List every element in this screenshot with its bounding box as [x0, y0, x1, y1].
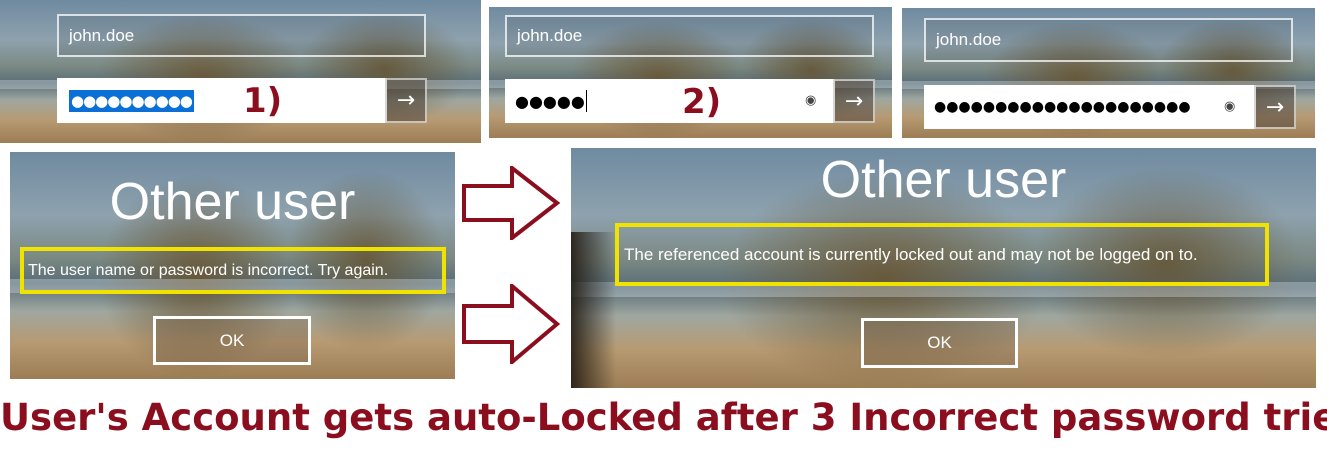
submit-button[interactable]: →	[385, 78, 427, 123]
error-message: The referenced account is currently lock…	[615, 223, 1269, 286]
error-message-text: The user name or password is incorrect. …	[28, 261, 389, 279]
login-panel-attempt-1: john.doe ●●●●●●●●●● → 1)	[0, 0, 481, 143]
submit-button[interactable]: →	[1254, 85, 1296, 129]
arrow-right-icon: →	[844, 88, 864, 114]
submit-button[interactable]: →	[833, 79, 875, 123]
error-panel-incorrect: Other user The user name or password is …	[10, 152, 455, 379]
error-panel-locked: Other user The referenced account is cur…	[571, 148, 1316, 388]
eye-icon[interactable]: ◉	[1224, 99, 1235, 114]
password-mask: ●●●●●●●●●●●●●●●●●●●●●	[934, 99, 1191, 115]
text-caret	[585, 90, 587, 112]
arrow-right-icon: →	[396, 88, 416, 113]
caption: User's Account gets auto-Locked after 3 …	[0, 396, 1327, 439]
login-panel-attempt-3: john.doe ●●●●●●●●●●●●●●●●●●●●● ◉ →	[902, 8, 1315, 138]
login-panel-attempt-2: john.doe ●●●●● ◉ → 2)	[489, 7, 892, 138]
username-field[interactable]: john.doe	[505, 15, 874, 57]
username-field[interactable]: john.doe	[924, 18, 1293, 62]
ok-button[interactable]: OK	[153, 316, 311, 365]
password-field[interactable]: ●●●●●●●●●●	[57, 78, 387, 123]
ok-button[interactable]: OK	[861, 318, 1018, 368]
password-field[interactable]: ●●●●●●●●●●●●●●●●●●●●● ◉	[924, 85, 1256, 129]
step-label-1: 1)	[243, 81, 283, 121]
password-mask: ●●●●●	[515, 91, 585, 111]
arrow-right-icon: →	[1265, 94, 1285, 120]
password-field[interactable]: ●●●●● ◉	[505, 79, 835, 123]
arrow-right-icon	[462, 166, 560, 240]
eye-icon[interactable]: ◉	[805, 93, 816, 108]
arrow-right-icon	[462, 284, 560, 364]
page-title: Other user	[820, 151, 1067, 209]
step-label-2: 2)	[682, 82, 722, 122]
error-message: The user name or password is incorrect. …	[20, 247, 446, 294]
username-field[interactable]: john.doe	[57, 14, 426, 57]
password-mask-selected: ●●●●●●●●●●	[69, 89, 194, 112]
error-message-text: The referenced account is currently lock…	[624, 244, 1198, 264]
page-title: Other user	[109, 173, 356, 231]
